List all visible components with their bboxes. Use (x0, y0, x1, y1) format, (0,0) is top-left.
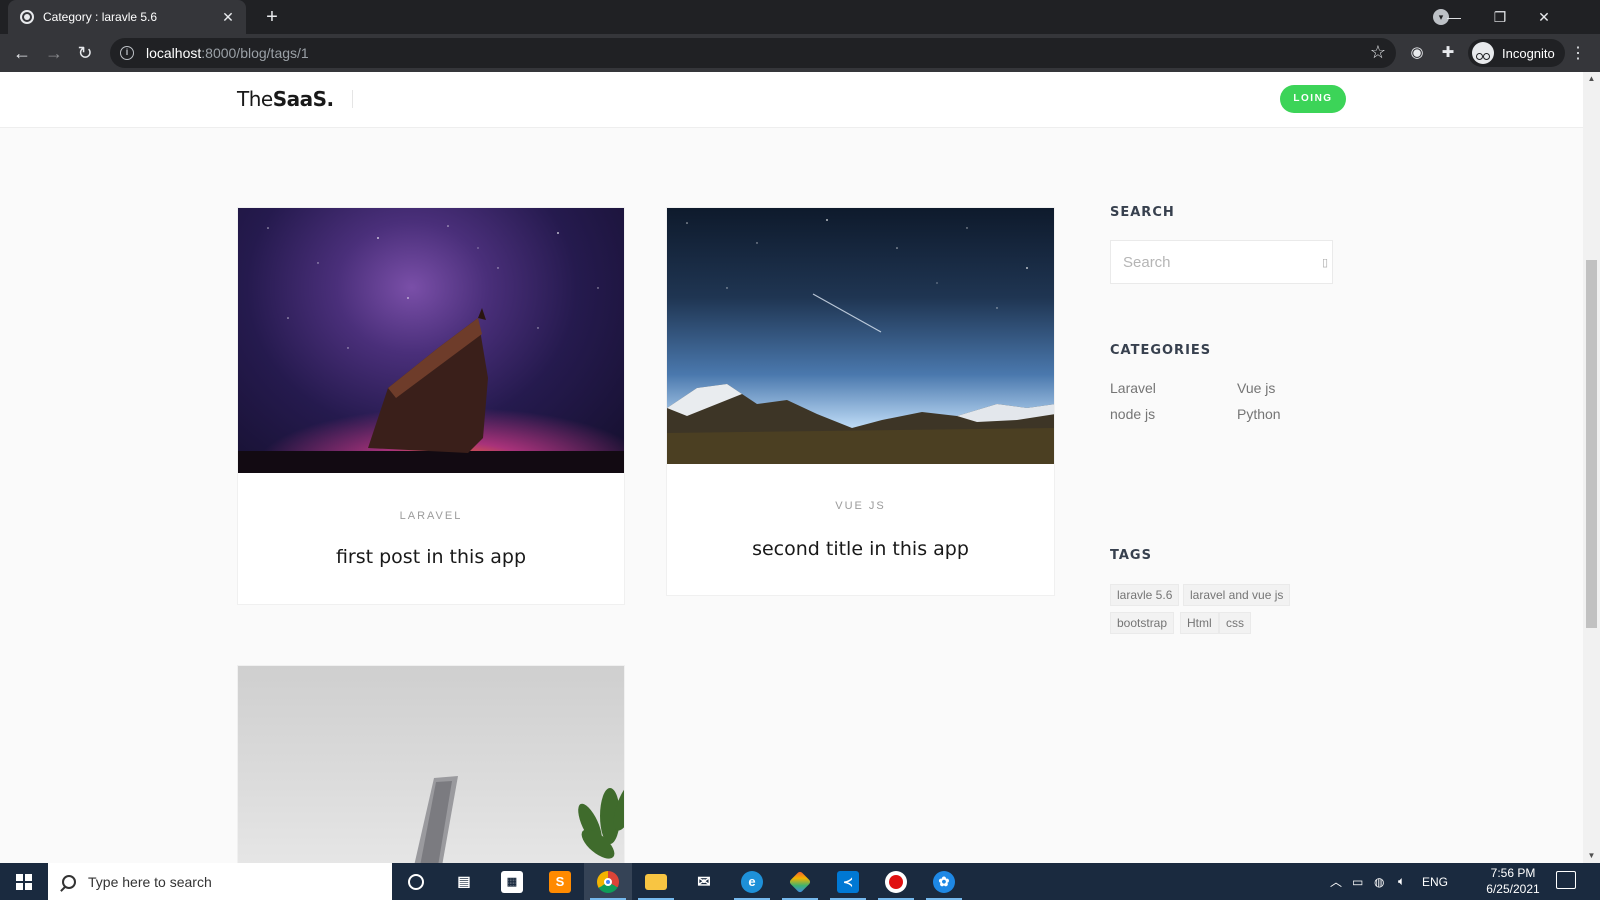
new-tab-button[interactable]: + (260, 5, 284, 29)
cortana-icon[interactable] (392, 863, 440, 900)
volume-icon[interactable]: 🔈︎ (1398, 863, 1405, 900)
forward-arrow-icon[interactable]: → (42, 41, 66, 65)
info-icon[interactable]: i (120, 46, 134, 60)
login-button[interactable]: LOING (1280, 85, 1346, 113)
post-title[interactable]: second title in this app (667, 538, 1054, 560)
store-icon[interactable]: ▦ (488, 863, 536, 900)
tab-title: Category : laravle 5.6 (43, 10, 158, 24)
post-card[interactable]: LARAVEL first post in this app (237, 207, 625, 605)
windows-taskbar: Type here to search ▤ ▦ S ✉ e ≺ ✿ ︿ ▭ ◍ … (0, 863, 1600, 900)
post-image-mountains[interactable] (667, 208, 1054, 464)
header-divider (352, 90, 353, 108)
incognito-icon (1472, 42, 1494, 64)
clock-time: 7:56 PM (1490, 866, 1536, 880)
sublime-text-icon[interactable]: S (536, 863, 584, 900)
app-icon[interactable]: ✿ (920, 863, 968, 900)
chrome-icon[interactable] (584, 863, 632, 900)
close-tab-icon[interactable]: ✕ (220, 9, 236, 26)
start-button[interactable] (0, 863, 48, 900)
tag-laravel-and-vue-js[interactable]: laravel and vue js (1183, 584, 1291, 606)
notifications-icon[interactable] (1556, 871, 1576, 889)
vscode-icon[interactable]: ≺ (824, 863, 872, 900)
search-icon (62, 874, 76, 889)
taskbar-search-placeholder: Type here to search (88, 873, 212, 890)
scroll-down-arrow-icon[interactable]: ▼ (1583, 849, 1600, 863)
url-text: localhost:8000/blog/tags/1 (146, 45, 309, 61)
browser-tab-bar: Category : laravle 5.6 ✕ + ▾ — ❐ ✕ (0, 0, 1600, 34)
globe-icon (20, 10, 34, 24)
file-explorer-icon[interactable] (632, 863, 680, 900)
tag-html[interactable]: Html (1180, 612, 1219, 634)
post-card[interactable] (237, 665, 625, 863)
battery-icon[interactable]: ▭ (1352, 863, 1363, 900)
tag-bootstrap[interactable]: bootstrap (1110, 612, 1175, 634)
show-hidden-icons-chevron-icon[interactable]: ︿ (1330, 863, 1342, 900)
category-link-node-js[interactable]: node js (1110, 406, 1155, 422)
camera-icon[interactable]: ◉ (1407, 43, 1427, 63)
minimize-button[interactable]: — (1432, 0, 1476, 34)
restore-button[interactable]: ❐ (1478, 0, 1522, 34)
network-globe-icon[interactable]: ◍ (1374, 863, 1384, 900)
site-header: TheSaaS. LOING (0, 72, 1583, 127)
post-category[interactable]: LARAVEL (238, 510, 624, 522)
extensions-puzzle-icon[interactable]: ✚ (1438, 43, 1458, 63)
category-link-laravel[interactable]: Laravel (1110, 380, 1156, 396)
search-input[interactable] (1123, 253, 1322, 271)
reload-icon[interactable]: ↻ (73, 41, 97, 65)
post-image-laptop[interactable] (238, 666, 624, 863)
browser-tab-active[interactable]: Category : laravle 5.6 ✕ (8, 0, 246, 34)
bookmark-star-icon[interactable]: ☆ (1370, 42, 1386, 63)
more-menu-icon[interactable]: ⋮ (1570, 43, 1586, 63)
tags-heading: TAGS (1110, 548, 1152, 563)
search-button-icon[interactable]: ▯ (1322, 256, 1328, 269)
taskbar-search-box[interactable]: Type here to search (48, 863, 392, 900)
page-viewport: TheSaaS. LOING LARAVEL first post in thi… (0, 72, 1583, 863)
post-category[interactable]: VUE JS (667, 500, 1054, 512)
back-arrow-icon[interactable]: ← (10, 41, 34, 65)
tag-css[interactable]: css (1219, 612, 1251, 634)
post-image-boat[interactable] (238, 208, 624, 473)
categories-heading: CATEGORIES (1110, 343, 1212, 358)
task-view-icon[interactable]: ▤ (440, 863, 488, 900)
browser-toolbar: ← → ↻ i localhost:8000/blog/tags/1 ☆ ◉ ✚… (0, 34, 1600, 72)
post-card[interactable]: VUE JS second title in this app (666, 207, 1055, 596)
category-link-vue-js[interactable]: Vue js (1237, 380, 1275, 396)
language-indicator[interactable]: ENG (1422, 863, 1448, 900)
site-logo[interactable]: TheSaaS. (237, 87, 334, 111)
mail-icon[interactable]: ✉ (680, 863, 728, 900)
edge-icon[interactable]: e (728, 863, 776, 900)
search-form: ▯ (1110, 240, 1333, 284)
search-heading: SEARCH (1110, 205, 1175, 220)
close-window-button[interactable]: ✕ (1522, 0, 1566, 34)
tag-laravle-5-6[interactable]: laravle 5.6 (1110, 584, 1180, 606)
incognito-label: Incognito (1502, 45, 1555, 61)
recorder-icon[interactable] (872, 863, 920, 900)
category-link-python[interactable]: Python (1237, 406, 1281, 422)
clock-date: 6/25/2021 (1486, 882, 1540, 896)
windows-logo-icon (16, 873, 32, 890)
scroll-up-arrow-icon[interactable]: ▲ (1583, 72, 1600, 86)
incognito-profile-button[interactable]: Incognito (1468, 39, 1565, 67)
address-bar[interactable]: i localhost:8000/blog/tags/1 ☆ (110, 38, 1396, 68)
git-icon[interactable] (776, 863, 824, 900)
post-title[interactable]: first post in this app (238, 546, 624, 568)
system-clock[interactable]: 7:56 PM 6/25/2021 (1480, 865, 1546, 897)
page-scrollbar[interactable]: ▲ ▼ (1583, 72, 1600, 863)
scrollbar-thumb[interactable] (1586, 260, 1597, 628)
